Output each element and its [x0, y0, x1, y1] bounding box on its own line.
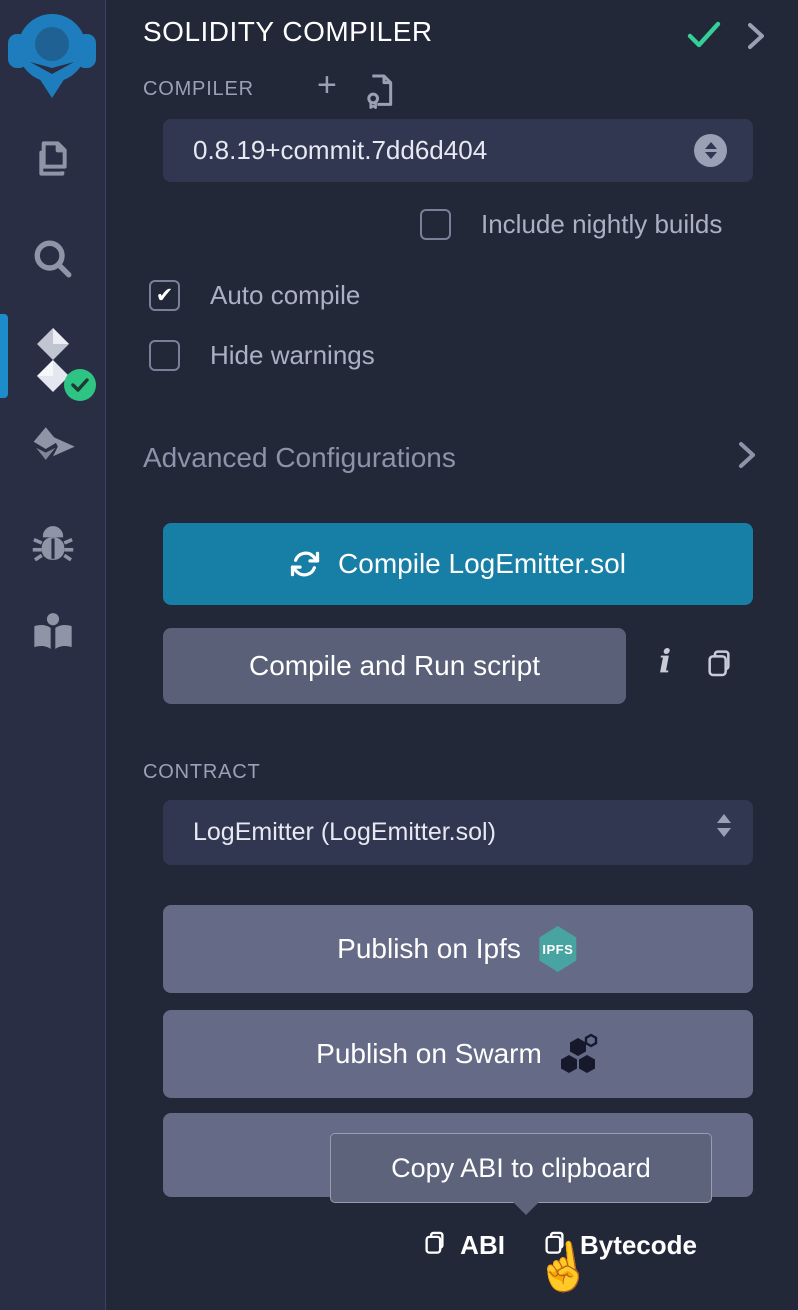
- compiler-version-select[interactable]: 0.8.19+commit.7dd6d404: [163, 119, 753, 182]
- contract-section-label: CONTRACT: [143, 761, 261, 784]
- page-title: SOLIDITY COMPILER: [143, 16, 433, 48]
- bytecode-label: Bytecode: [580, 1230, 697, 1261]
- contract-select-value: LogEmitter (LogEmitter.sol): [193, 818, 496, 847]
- hide-warnings-label: Hide warnings: [210, 340, 375, 371]
- select-arrows-icon: [717, 814, 731, 837]
- copy-abi-tooltip-text: Copy ABI to clipboard: [391, 1153, 651, 1184]
- remix-logo[interactable]: [6, 6, 98, 104]
- sidebar-item-file-explorer[interactable]: [0, 134, 106, 195]
- include-nightly-label: Include nightly builds: [481, 209, 722, 240]
- bug-icon: [26, 516, 80, 575]
- copy-icon: [421, 1228, 448, 1262]
- chevron-right-icon: [735, 440, 759, 475]
- copy-abi-tooltip: Copy ABI to clipboard: [330, 1133, 712, 1203]
- compile-and-run-button[interactable]: Compile and Run script: [163, 628, 626, 704]
- ethereum-deploy-icon: [24, 420, 82, 483]
- solidity-icon: [23, 326, 83, 401]
- hide-warnings-checkbox[interactable]: [149, 340, 180, 371]
- publish-swarm-button[interactable]: Publish on Swarm: [163, 1010, 753, 1098]
- files-icon: [25, 134, 81, 195]
- checkmark-icon: ✔: [156, 285, 174, 306]
- book-icon: [25, 604, 81, 665]
- abi-label: ABI: [460, 1230, 505, 1261]
- compiler-section-label: COMPILER: [143, 78, 254, 101]
- publish-ipfs-label: Publish on Ipfs: [337, 933, 521, 965]
- auto-compile-checkbox[interactable]: ✔: [149, 280, 180, 311]
- auto-compile-checkbox-row[interactable]: ✔ Auto compile: [149, 280, 360, 311]
- sidebar-item-debugger[interactable]: [0, 516, 106, 575]
- sidebar-item-deploy-run[interactable]: [0, 420, 106, 483]
- advanced-configurations-toggle[interactable]: Advanced Configurations: [143, 440, 759, 475]
- compile-button-label: Compile LogEmitter.sol: [338, 548, 626, 580]
- chevron-right-icon[interactable]: [743, 20, 769, 57]
- compiler-version-value: 0.8.19+commit.7dd6d404: [193, 135, 487, 166]
- copy-bytecode-button[interactable]: Bytecode: [541, 1228, 697, 1262]
- sidebar-item-solidity-compiler[interactable]: [0, 326, 106, 401]
- contract-select[interactable]: LogEmitter (LogEmitter.sol): [163, 800, 753, 865]
- select-arrows-icon: [694, 134, 727, 167]
- swarm-logo-icon: [556, 1032, 600, 1076]
- ipfs-logo-icon: IPFS: [537, 926, 579, 972]
- copy-footer-row: ABI Bytecode: [107, 1228, 753, 1262]
- sidebar-item-search[interactable]: [0, 232, 106, 291]
- hide-warnings-checkbox-row[interactable]: Hide warnings: [149, 340, 375, 371]
- publish-ipfs-button[interactable]: Publish on Ipfs IPFS: [163, 905, 753, 993]
- sidebar-item-learn[interactable]: [0, 604, 106, 665]
- file-badge-icon[interactable]: [359, 70, 399, 117]
- copy-icon: [541, 1228, 568, 1262]
- search-icon: [26, 232, 80, 291]
- green-check-badge: [63, 368, 97, 407]
- plus-icon[interactable]: +: [317, 68, 337, 102]
- solidity-compiler-panel: SOLIDITY COMPILER COMPILER + 0.8.19+comm…: [107, 0, 798, 1310]
- publish-swarm-label: Publish on Swarm: [316, 1038, 542, 1070]
- advanced-configurations-label: Advanced Configurations: [143, 442, 456, 474]
- copy-icon[interactable]: [703, 646, 735, 685]
- auto-compile-label: Auto compile: [210, 280, 360, 311]
- include-nightly-checkbox[interactable]: [420, 209, 451, 240]
- compile-and-run-label: Compile and Run script: [249, 650, 540, 682]
- icon-sidebar: [0, 0, 106, 1310]
- info-icon[interactable]: i: [659, 642, 671, 680]
- compile-button[interactable]: Compile LogEmitter.sol: [163, 523, 753, 605]
- copy-abi-button[interactable]: ABI: [421, 1228, 505, 1262]
- refresh-icon: [290, 549, 320, 579]
- include-nightly-checkbox-row[interactable]: Include nightly builds: [420, 209, 722, 240]
- green-check-icon: [685, 19, 723, 56]
